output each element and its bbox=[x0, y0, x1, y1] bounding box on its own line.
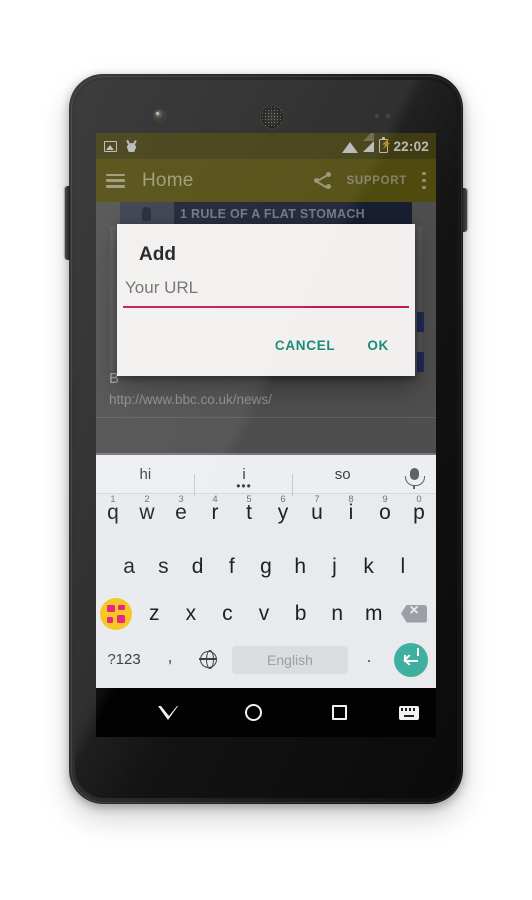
home-circle-shape bbox=[245, 704, 263, 721]
key-y[interactable]: 6y bbox=[266, 494, 300, 525]
comma-key[interactable]: , bbox=[152, 647, 188, 673]
theme-circle bbox=[99, 597, 132, 630]
period-key[interactable]: . bbox=[352, 647, 386, 673]
keyboard-row-modifiers: ?123 , English . bbox=[96, 637, 436, 682]
key-c[interactable]: c bbox=[209, 602, 246, 626]
suggestion-more-dots: ••• bbox=[236, 478, 252, 493]
dialog-actions: CANCEL OK bbox=[117, 308, 415, 376]
keyboard-row-home: a s d f g h j k l bbox=[96, 543, 436, 590]
suggestion-text: hi bbox=[139, 465, 152, 483]
enter-arrow-shape bbox=[404, 648, 419, 662]
key-o[interactable]: 9o bbox=[368, 494, 402, 525]
key-x[interactable]: x bbox=[173, 602, 210, 626]
keyboard-row-bottom-letters: z x c v b n m bbox=[96, 590, 436, 637]
dialog-field-wrap bbox=[117, 270, 415, 308]
suggestion-text: so bbox=[334, 465, 351, 483]
phone-screen: 22:02 Home SUPPORT bbox=[96, 133, 436, 737]
key-s[interactable]: s bbox=[146, 555, 180, 579]
key-l[interactable]: l bbox=[386, 555, 420, 579]
key-b[interactable]: b bbox=[282, 602, 319, 626]
backspace-icon[interactable] bbox=[392, 604, 436, 623]
keyboard-row-qwerty: 1q 2w 3e 4r 5t 6y 7u 8i 9o 0p bbox=[96, 494, 436, 543]
on-screen-keyboard: hi i ••• so 1q 2w 3e 4r 5 t 6 y 7 u 8 i … bbox=[96, 453, 436, 688]
key-i[interactable]: 8i bbox=[334, 494, 368, 525]
screenshot-stage: 22:02 Home SUPPORT bbox=[0, 0, 532, 900]
theme-shift-icon[interactable] bbox=[96, 597, 136, 630]
key-t[interactable]: 5t bbox=[232, 494, 266, 525]
backspace-shape bbox=[401, 604, 428, 623]
down-triangle-shape bbox=[158, 705, 179, 720]
microphone-icon bbox=[405, 468, 426, 489]
key-m[interactable]: m bbox=[355, 602, 392, 626]
language-globe-icon[interactable] bbox=[188, 650, 228, 670]
space-key[interactable]: English bbox=[232, 645, 348, 674]
proximity-sensor bbox=[375, 114, 379, 118]
keyboard-switch-icon[interactable] bbox=[382, 705, 436, 720]
url-input[interactable] bbox=[123, 272, 409, 306]
key-j[interactable]: j bbox=[317, 555, 351, 579]
symbols-key[interactable]: ?123 bbox=[96, 651, 152, 668]
key-z[interactable]: z bbox=[136, 602, 173, 626]
key-a[interactable]: a bbox=[112, 555, 146, 579]
earpiece-speaker bbox=[261, 106, 283, 128]
key-e[interactable]: 3e bbox=[164, 494, 198, 525]
key-d[interactable]: d bbox=[180, 555, 214, 579]
recents-square-shape bbox=[331, 705, 347, 720]
key-k[interactable]: k bbox=[352, 555, 386, 579]
key-p[interactable]: 0p bbox=[402, 494, 436, 525]
hide-keyboard-icon[interactable] bbox=[126, 705, 211, 720]
key-h[interactable]: h bbox=[283, 555, 317, 579]
cancel-button[interactable]: CANCEL bbox=[263, 330, 347, 361]
recents-square-icon[interactable] bbox=[297, 705, 382, 720]
key-f[interactable]: f bbox=[215, 555, 249, 579]
add-url-dialog: Add CANCEL OK bbox=[117, 224, 415, 376]
theme-tiles bbox=[106, 604, 125, 623]
enter-circle bbox=[394, 642, 428, 677]
key-v[interactable]: v bbox=[246, 602, 283, 626]
home-circle-icon[interactable] bbox=[211, 704, 296, 721]
keyboard-glyph-shape bbox=[398, 705, 419, 720]
suggestion-chip-active[interactable]: i ••• bbox=[195, 466, 294, 496]
enter-key-icon[interactable] bbox=[386, 642, 436, 677]
ok-button[interactable]: OK bbox=[355, 330, 401, 361]
light-sensor bbox=[386, 114, 390, 118]
front-camera bbox=[154, 110, 165, 121]
system-navigation-bar bbox=[96, 688, 436, 737]
globe-shape bbox=[198, 650, 217, 670]
suggestion-bar: hi i ••• so bbox=[96, 455, 436, 496]
dialog-title: Add bbox=[139, 244, 176, 265]
voice-input-button[interactable] bbox=[392, 468, 436, 489]
suggestion-chip[interactable]: hi bbox=[96, 465, 195, 496]
power-button[interactable] bbox=[462, 188, 467, 232]
key-g[interactable]: g bbox=[249, 555, 283, 579]
key-r[interactable]: 4r bbox=[198, 494, 232, 525]
key-u[interactable]: 7u bbox=[300, 494, 334, 525]
suggestion-chip[interactable]: so bbox=[293, 466, 392, 483]
key-w[interactable]: 2w bbox=[130, 494, 164, 525]
key-n[interactable]: n bbox=[319, 602, 356, 626]
key-q[interactable]: 1q bbox=[96, 494, 130, 525]
volume-rocker-button[interactable] bbox=[65, 186, 70, 260]
